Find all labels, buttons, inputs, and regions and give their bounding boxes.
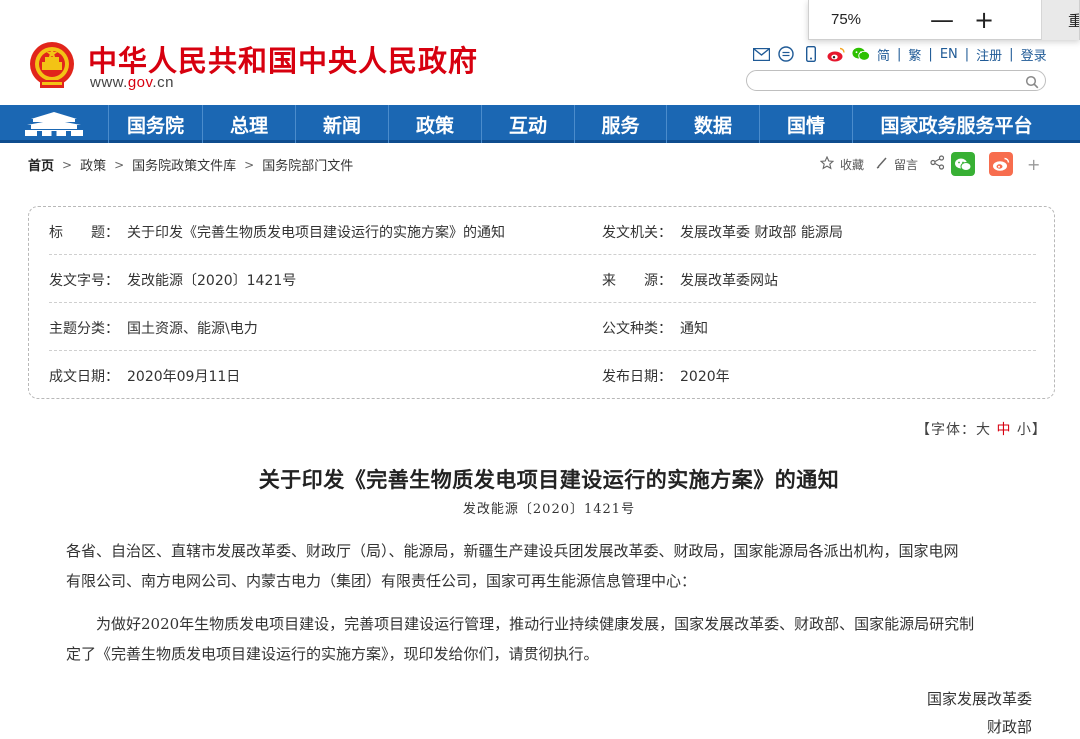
info-title-value: 关于印发《完善生物质发电项目建设运行的实施方案》的通知 bbox=[127, 225, 505, 241]
nav-item-national-info[interactable]: 国情 bbox=[759, 105, 852, 143]
weibo-share-icon[interactable] bbox=[989, 152, 1014, 176]
search-icon[interactable] bbox=[1025, 74, 1039, 89]
tiananmen-icon[interactable] bbox=[0, 105, 108, 143]
link-separator: | bbox=[964, 46, 970, 62]
info-row-doc-no: 发文字号： 发改能源〔2020〕1421号 来 源： 发展改革委网站 bbox=[49, 255, 1036, 303]
top-links: 简 | 繁 | EN | 注册 | 登录 bbox=[752, 44, 1047, 64]
nav-item-premier[interactable]: 总理 bbox=[202, 105, 295, 143]
breadcrumb-department-docs[interactable]: 国务院部门文件 bbox=[262, 155, 353, 174]
info-row-dates: 成文日期： 2020年09月11日 发布日期： 2020年 bbox=[49, 351, 1036, 399]
site-url-prefix: www. bbox=[90, 74, 128, 91]
weibo-icon[interactable] bbox=[827, 46, 845, 62]
zoom-level: 75% bbox=[831, 11, 862, 28]
link-separator: | bbox=[897, 46, 902, 62]
nav-item-services[interactable]: 服务 bbox=[574, 105, 666, 143]
breadcrumb-home[interactable]: 首页 bbox=[28, 155, 54, 174]
signature-mof: 财政部 bbox=[986, 718, 1032, 736]
wechat-share-icon[interactable] bbox=[951, 152, 976, 176]
breadcrumb-arrow: > bbox=[114, 157, 125, 172]
info-publish-date-value: 2020年 bbox=[680, 369, 730, 385]
info-written-date-value: 2020年09月11日 bbox=[127, 369, 241, 385]
link-separator: | bbox=[1009, 46, 1014, 62]
article-paragraph-body: 为做好2020年生物质发电项目建设，完善项目建设运行管理，推动行业持续健康发展，… bbox=[66, 609, 1028, 669]
info-doc-no-value: 发改能源〔2020〕1421号 bbox=[127, 273, 297, 289]
share-bar: 收藏 留言 + bbox=[819, 152, 1040, 176]
info-doc-type-label: 公文种类： bbox=[602, 321, 672, 337]
site-url-domain: gov bbox=[127, 74, 153, 91]
link-traditional[interactable]: 繁 bbox=[908, 45, 921, 64]
document-info-box: 标 题： 关于印发《完善生物质发电项目建设运行的实施方案》的通知 发文机关： 发… bbox=[28, 206, 1055, 399]
zoom-popup: 75% — + 重置 bbox=[808, 0, 1080, 40]
info-category-value: 国土资源、能源\电力 bbox=[127, 321, 258, 337]
font-size-medium-button[interactable]: 中 bbox=[996, 422, 1011, 438]
mobile-icon[interactable] bbox=[802, 46, 820, 62]
info-publish-date-label: 发布日期： bbox=[602, 369, 672, 385]
info-row-title: 标 题： 关于印发《完善生物质发电项目建设运行的实施方案》的通知 发文机关： 发… bbox=[49, 207, 1036, 255]
paragraph-line: 定了《完善生物质发电项目建设运行的实施方案》，现印发给你们，请贯彻执行。 bbox=[66, 645, 599, 663]
national-emblem-icon[interactable] bbox=[28, 40, 76, 90]
breadcrumb-policy[interactable]: 政策 bbox=[80, 155, 106, 174]
link-english[interactable]: EN bbox=[940, 47, 958, 62]
share-icon[interactable] bbox=[930, 155, 945, 173]
zoom-out-button[interactable]: — bbox=[927, 5, 957, 35]
link-simplified[interactable]: 简 bbox=[877, 45, 890, 64]
nav-item-state-council[interactable]: 国务院 bbox=[108, 105, 202, 143]
paragraph-line: 有限公司、南方电网公司、内蒙古电力（集团）有限责任公司，国家可再生能源信息管理中… bbox=[66, 572, 697, 590]
nav-item-policy[interactable]: 政策 bbox=[388, 105, 481, 143]
article-doc-number: 发改能源〔2020〕1421号 bbox=[462, 502, 636, 517]
info-title-label: 标 题： bbox=[49, 225, 119, 241]
favorite-link[interactable]: 收藏 bbox=[840, 156, 864, 173]
zoom-in-button[interactable]: + bbox=[969, 5, 999, 35]
paragraph-line: 各省、自治区、直辖市发展改革委、财政厅（局）、能源局，新疆生产建设兵团发展改革委… bbox=[66, 542, 959, 560]
breadcrumb-arrow: > bbox=[244, 157, 255, 172]
wechat-icon[interactable] bbox=[852, 46, 870, 62]
font-size-control: 【字体：大 中 小】 bbox=[916, 419, 1047, 439]
font-size-small-button[interactable]: 小 bbox=[1017, 422, 1032, 438]
search-input[interactable] bbox=[757, 72, 1017, 92]
link-register[interactable]: 注册 bbox=[976, 45, 1002, 64]
info-issuer-value: 发展改革委 财政部 能源局 bbox=[680, 225, 843, 241]
info-category-label: 主题分类： bbox=[49, 321, 119, 337]
nav-item-news[interactable]: 新闻 bbox=[295, 105, 388, 143]
star-icon[interactable] bbox=[819, 155, 835, 173]
mail-icon[interactable] bbox=[752, 46, 770, 62]
main-nav: 国务院 总理 新闻 政策 互动 服务 数据 国情 国家政务服务平台 bbox=[0, 105, 1080, 143]
site-url[interactable]: www.gov.cn bbox=[90, 74, 174, 91]
info-doc-type-value: 通知 bbox=[680, 321, 708, 337]
comment-link[interactable]: 留言 bbox=[894, 156, 918, 173]
site-url-suffix: .cn bbox=[152, 74, 174, 91]
info-source-label: 来 源： bbox=[602, 273, 672, 289]
nav-item-interaction[interactable]: 互动 bbox=[481, 105, 574, 143]
breadcrumb: 首页 > 政策 > 国务院政策文件库 > 国务院部门文件 bbox=[28, 155, 353, 175]
info-issuer-label: 发文机关： bbox=[602, 225, 672, 241]
breadcrumb-policy-library[interactable]: 国务院政策文件库 bbox=[132, 155, 236, 174]
pencil-icon[interactable] bbox=[876, 156, 888, 172]
link-login[interactable]: 登录 bbox=[1021, 45, 1047, 64]
nav-item-gov-service-platform[interactable]: 国家政务服务平台 bbox=[852, 105, 1060, 143]
article-title: 关于印发《完善生物质发电项目建设运行的实施方案》的通知 bbox=[258, 467, 840, 492]
zoom-reset-button[interactable]: 重置 bbox=[1041, 0, 1079, 40]
info-doc-no-label: 发文字号： bbox=[49, 273, 119, 289]
info-row-category: 主题分类： 国土资源、能源\电力 公文种类： 通知 bbox=[49, 303, 1036, 351]
chat-icon[interactable] bbox=[777, 46, 795, 62]
nav-item-data[interactable]: 数据 bbox=[666, 105, 759, 143]
font-size-suffix: 】 bbox=[1031, 422, 1047, 438]
info-source-value: 发展改革委网站 bbox=[680, 273, 778, 289]
link-separator: | bbox=[928, 46, 933, 62]
more-share-button[interactable]: + bbox=[1027, 155, 1040, 174]
signature-ndrc: 国家发展改革委 bbox=[926, 690, 1032, 708]
article-paragraph-addressees: 各省、自治区、直辖市发展改革委、财政厅（局）、能源局，新疆生产建设兵团发展改革委… bbox=[66, 536, 1028, 596]
search-box bbox=[746, 70, 1046, 92]
font-size-large-button[interactable]: 大 bbox=[976, 422, 991, 438]
paragraph-line: 为做好2020年生物质发电项目建设，完善项目建设运行管理，推动行业持续健康发展，… bbox=[96, 615, 975, 633]
breadcrumb-arrow: > bbox=[62, 157, 73, 172]
info-written-date-label: 成文日期： bbox=[49, 369, 119, 385]
font-size-prefix: 【字体： bbox=[916, 422, 976, 438]
